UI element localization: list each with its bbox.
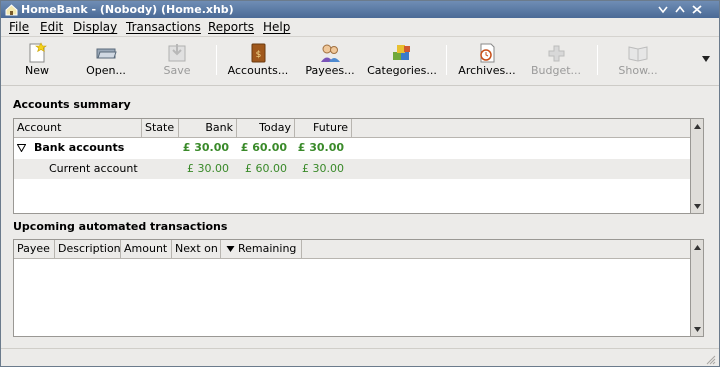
col-account[interactable]: Account (14, 119, 142, 137)
upcoming-header: Payee Description Amount Next on Remaini… (14, 240, 690, 259)
sort-down-icon (226, 246, 235, 252)
col-today[interactable]: Today (237, 119, 295, 137)
accounts-scrollbar[interactable] (691, 118, 704, 214)
col-remaining-label: Remaining (238, 242, 297, 255)
resize-grip-icon[interactable] (704, 353, 716, 365)
menu-bar: File Edit Display Transactions Reports H… (1, 18, 719, 37)
account-today: £ 60.00 (245, 162, 287, 175)
categories-label: Categories... (367, 64, 437, 77)
group-bank: £ 30.00 (182, 141, 229, 154)
col-payee[interactable]: Payee (14, 240, 55, 258)
toolbar-separator (216, 45, 217, 75)
accounts-icon: $ (251, 43, 266, 63)
save-button[interactable]: Save (156, 38, 198, 84)
toolbar-separator-2 (446, 45, 447, 75)
payees-button[interactable]: Payees... (300, 38, 360, 84)
toolbar-separator-3 (597, 45, 598, 75)
group-future: £ 30.00 (297, 141, 344, 154)
show-button[interactable]: Show... (613, 38, 663, 84)
menu-reports[interactable]: Reports (208, 20, 254, 35)
maximize-icon[interactable] (673, 3, 687, 16)
payees-icon (321, 44, 340, 62)
group-name: Bank accounts (34, 141, 125, 154)
scroll-down-icon[interactable] (693, 203, 702, 210)
group-row-bank-accounts[interactable]: Bank accounts £ 30.00 £ 60.00 £ 30.00 (14, 138, 690, 158)
open-icon (96, 48, 117, 59)
account-name: Current account (49, 162, 138, 175)
expander-icon[interactable] (17, 144, 26, 152)
col-next-on[interactable]: Next on (172, 240, 221, 258)
scroll-up-icon-2[interactable] (693, 244, 702, 251)
main-window: HomeBank - (Nobody) (Home.xhb) File Edit… (0, 0, 720, 367)
menu-edit[interactable]: Edit (40, 20, 63, 35)
window-title: HomeBank - (Nobody) (Home.xhb) (21, 3, 234, 16)
new-icon (29, 42, 47, 63)
account-future: £ 30.00 (302, 162, 344, 175)
col-description[interactable]: Description (55, 240, 121, 258)
budget-icon (548, 45, 565, 62)
homebank-app-icon (5, 4, 18, 16)
budget-label: Budget... (530, 64, 582, 77)
scroll-down-icon-2[interactable] (693, 326, 702, 333)
account-row-current[interactable]: Current account £ 30.00 £ 60.00 £ 30.00 (14, 159, 690, 179)
budget-button[interactable]: Budget... (528, 38, 584, 84)
menu-file[interactable]: File (9, 20, 29, 35)
group-today: £ 60.00 (240, 141, 287, 154)
toolbar-overflow-icon[interactable] (701, 55, 711, 63)
save-label: Save (163, 64, 191, 77)
upcoming-scrollbar[interactable] (691, 239, 704, 337)
menu-display[interactable]: Display (73, 20, 117, 35)
new-label: New (25, 64, 49, 77)
categories-icon (393, 45, 410, 60)
menu-help[interactable]: Help (263, 20, 290, 35)
col-future[interactable]: Future (295, 119, 352, 137)
upcoming-tree[interactable]: Payee Description Amount Next on Remaini… (13, 239, 691, 337)
save-icon (168, 44, 186, 62)
accounts-summary-title: Accounts summary (13, 98, 131, 111)
toolbar: New Open... Save $ Accounts... Payees...… (1, 38, 719, 86)
col-amount[interactable]: Amount (121, 240, 172, 258)
close-icon[interactable] (690, 3, 704, 16)
accounts-label: Accounts... (227, 64, 289, 77)
accounts-header: Account State Bank Today Future (14, 119, 690, 138)
archives-icon (480, 43, 495, 63)
open-button[interactable]: Open... (82, 38, 130, 84)
svg-text:$: $ (256, 50, 262, 60)
col-bank[interactable]: Bank (179, 119, 237, 137)
status-bar (1, 348, 719, 366)
menu-transactions[interactable]: Transactions (126, 20, 201, 35)
account-bank: £ 30.00 (187, 162, 229, 175)
col-state[interactable]: State (142, 119, 179, 137)
show-icon (628, 46, 648, 62)
archives-label: Archives... (458, 64, 516, 77)
upcoming-title: Upcoming automated transactions (13, 220, 228, 233)
minimize-icon[interactable] (656, 3, 670, 16)
col-remaining[interactable]: Remaining (221, 240, 302, 258)
categories-button[interactable]: Categories... (365, 38, 439, 84)
payees-label: Payees... (305, 64, 355, 77)
show-label: Show... (618, 64, 658, 77)
open-label: Open... (86, 64, 126, 77)
new-button[interactable]: New (16, 38, 58, 84)
title-bar[interactable]: HomeBank - (Nobody) (Home.xhb) (1, 1, 719, 18)
accounts-tree[interactable]: Account State Bank Today Future Bank acc… (13, 118, 691, 214)
scroll-up-icon[interactable] (693, 123, 702, 130)
archives-button[interactable]: Archives... (456, 38, 518, 84)
accounts-button[interactable]: $ Accounts... (225, 38, 291, 84)
